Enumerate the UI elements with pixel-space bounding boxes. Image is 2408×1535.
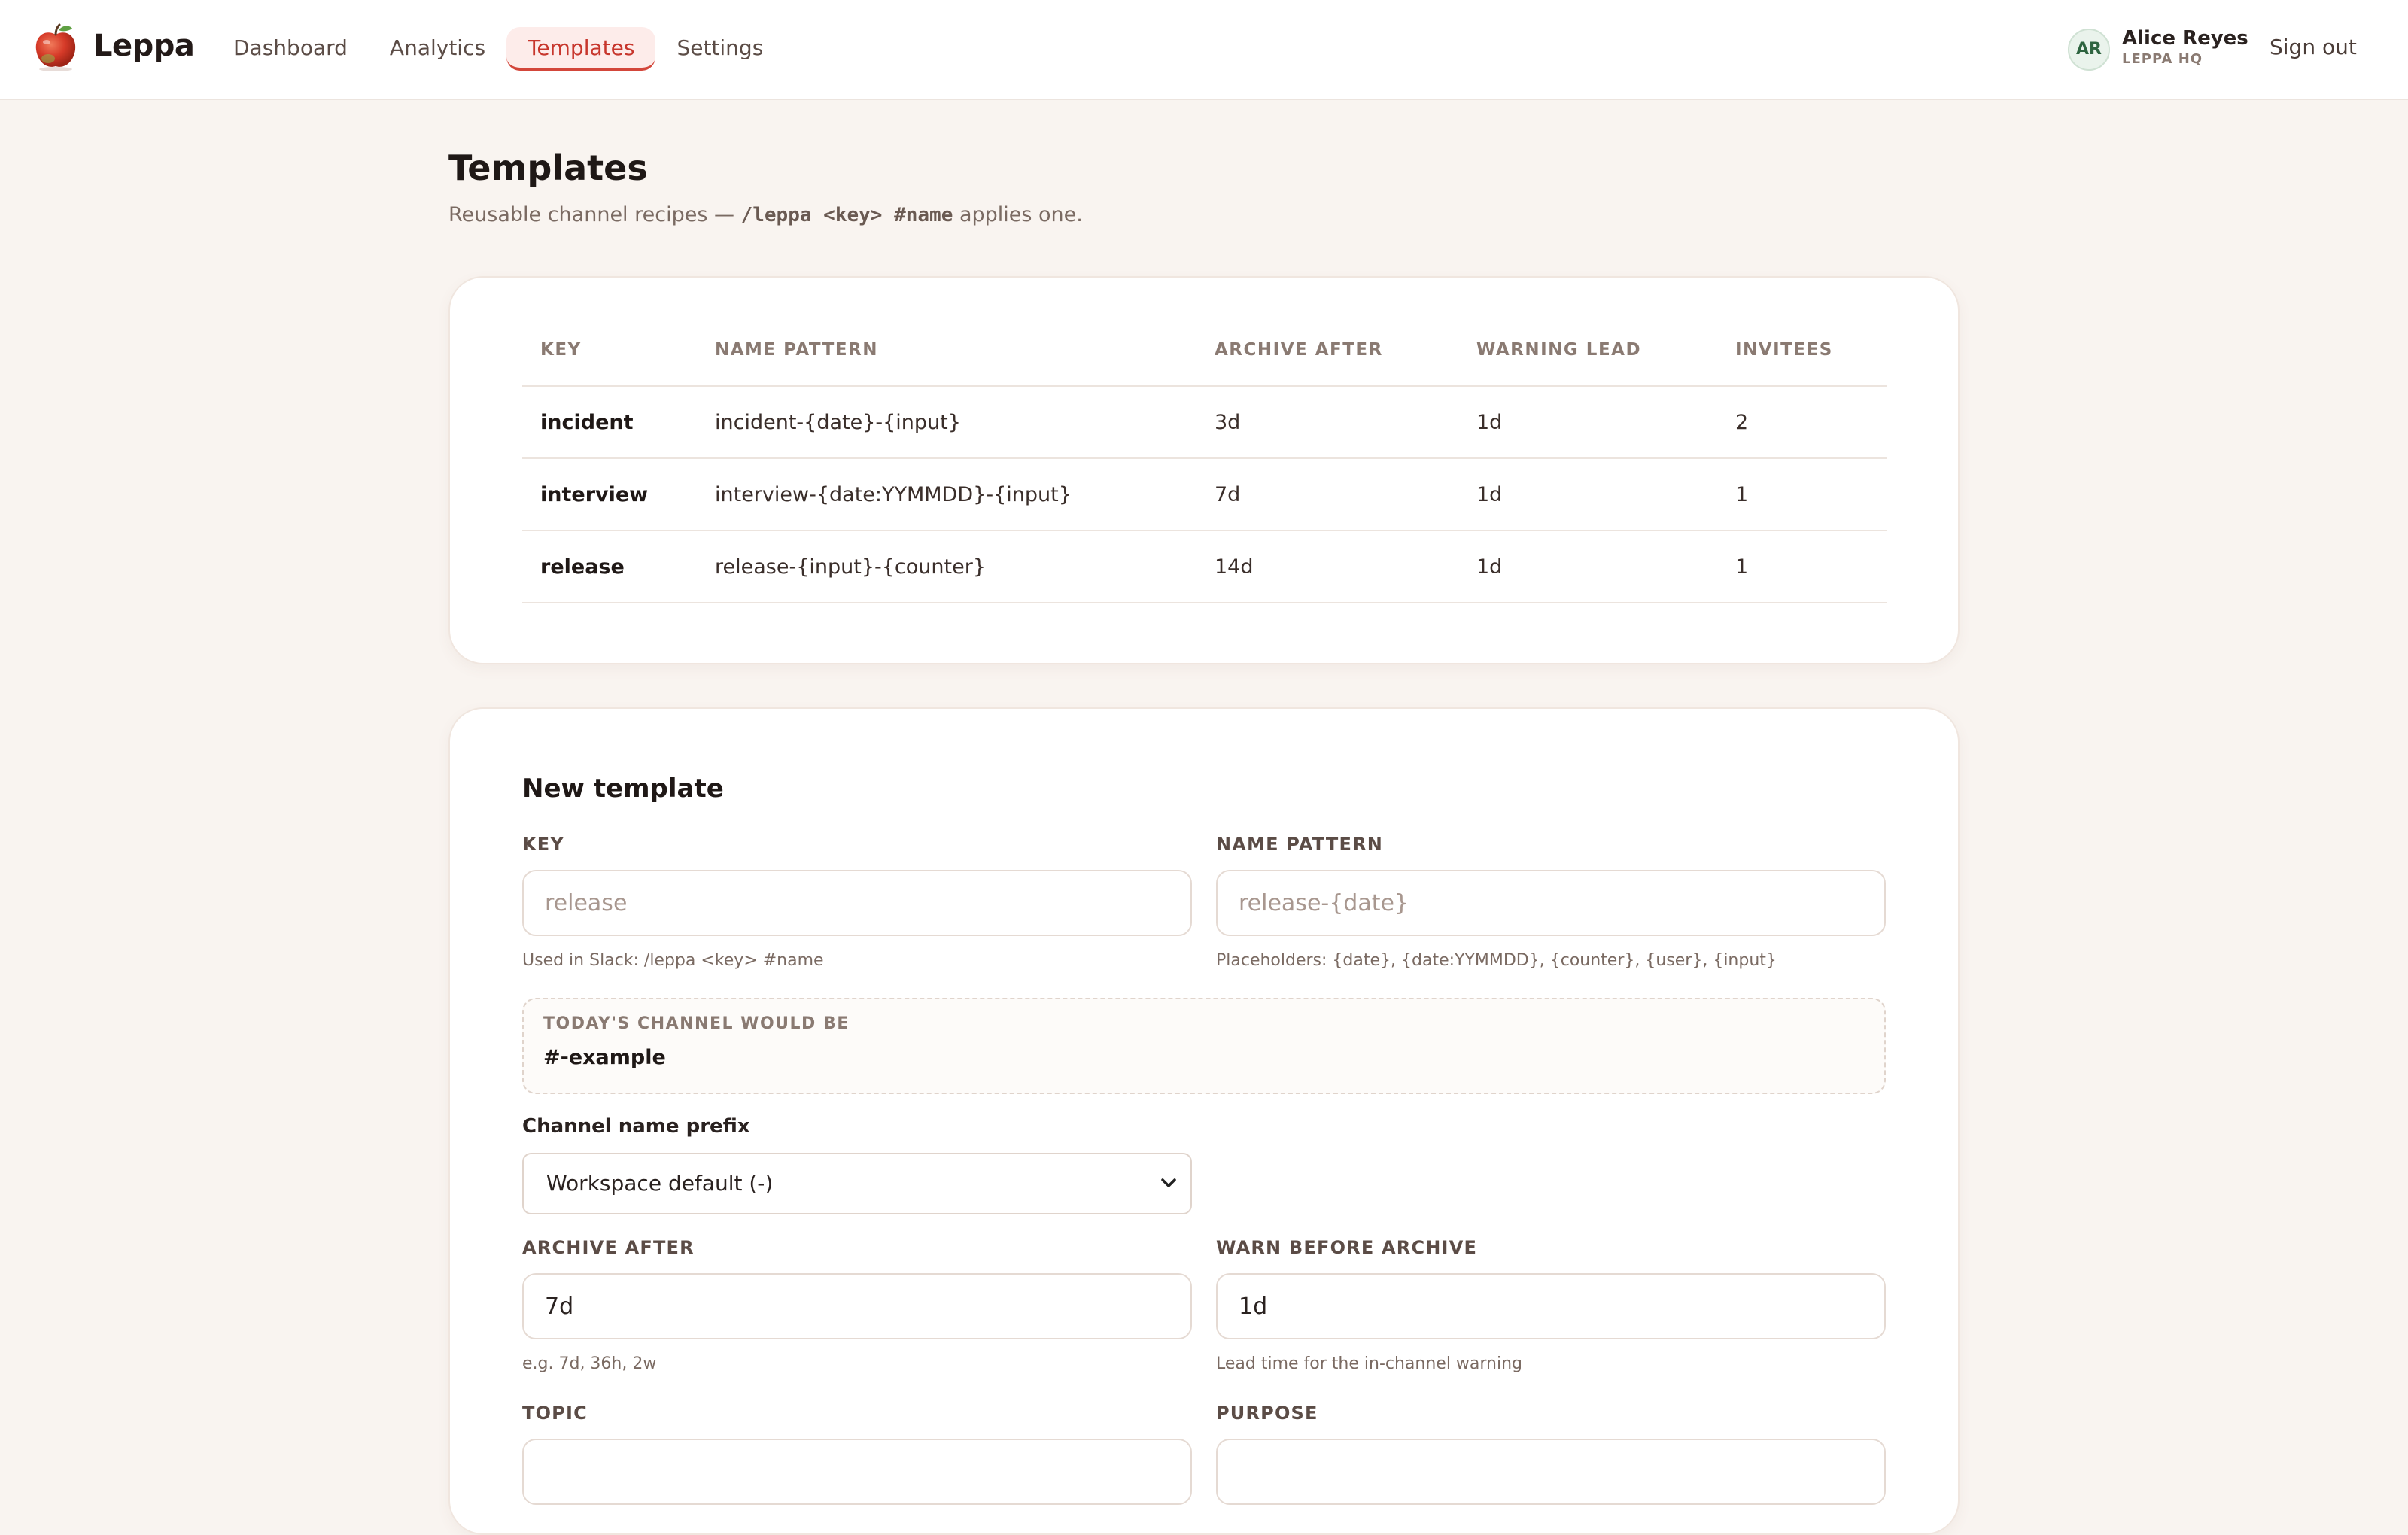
brand-name[interactable]: Leppa <box>93 29 195 63</box>
cell-name-pattern: interview-{date:YYMMDD}-{input} <box>697 458 1196 531</box>
subtitle-prefix: Reusable channel recipes — <box>448 203 741 226</box>
topic-label: TOPIC <box>522 1403 588 1424</box>
cell-invitees: 1 <box>1717 458 1887 531</box>
apple-logo-icon[interactable] <box>32 23 80 72</box>
templates-table-card: KEY NAME PATTERN ARCHIVE AFTER WARNING L… <box>448 276 1960 664</box>
purpose-label: PURPOSE <box>1216 1403 1318 1424</box>
subtitle-command: /leppa <key> #name <box>740 204 953 226</box>
archive-after-label: ARCHIVE AFTER <box>522 1237 695 1258</box>
column-header-invitees: INVITEES <box>1717 314 1887 387</box>
nav-templates[interactable]: Templates <box>506 27 656 71</box>
column-header-name-pattern: NAME PATTERN <box>697 314 1196 387</box>
page-title: Templates <box>448 147 648 188</box>
archive-after-hint: e.g. 7d, 36h, 2w <box>522 1354 657 1373</box>
table-row[interactable]: incident incident-{date}-{input} 3d 1d 2 <box>522 386 1887 459</box>
prefix-selected-value: Workspace default (-) <box>546 1171 774 1196</box>
cell-invitees: 2 <box>1717 386 1887 459</box>
prefix-label: Channel name prefix <box>522 1115 750 1138</box>
preview-channel-name: #-example <box>543 1046 666 1069</box>
warn-before-label: WARN BEFORE ARCHIVE <box>1216 1237 1478 1258</box>
cell-key: release <box>522 530 697 603</box>
warn-before-input[interactable] <box>1216 1273 1886 1339</box>
key-label: KEY <box>522 834 564 855</box>
cell-archive-after: 3d <box>1196 386 1458 459</box>
sign-out-link[interactable]: Sign out <box>2270 35 2357 59</box>
purpose-input[interactable] <box>1216 1439 1886 1505</box>
cell-invitees: 1 <box>1717 530 1887 603</box>
cell-key: incident <box>522 386 697 459</box>
preview-label: TODAY'S CHANNEL WOULD BE <box>543 1014 850 1033</box>
cell-name-pattern: incident-{date}-{input} <box>697 386 1196 459</box>
subtitle-suffix: applies one. <box>953 203 1083 226</box>
name-pattern-label: NAME PATTERN <box>1216 834 1384 855</box>
main-nav: Dashboard Analytics Templates Settings <box>212 27 784 71</box>
channel-preview: TODAY'S CHANNEL WOULD BE #-example <box>522 998 1886 1094</box>
cell-warning-lead: 1d <box>1458 530 1717 603</box>
chevron-down-icon <box>1160 1154 1177 1236</box>
column-header-warning-lead: WARNING LEAD <box>1458 314 1717 387</box>
user-org: LEPPA HQ <box>2122 51 2203 67</box>
cell-archive-after: 7d <box>1196 458 1458 531</box>
table-header-row: KEY NAME PATTERN ARCHIVE AFTER WARNING L… <box>522 314 1887 387</box>
name-pattern-hint: Placeholders: {date}, {date:YYMMDD}, {co… <box>1216 951 1777 970</box>
cell-archive-after: 14d <box>1196 530 1458 603</box>
avatar: AR <box>2068 29 2110 71</box>
warn-before-hint: Lead time for the in-channel warning <box>1216 1354 1523 1373</box>
templates-table: KEY NAME PATTERN ARCHIVE AFTER WARNING L… <box>522 314 1887 603</box>
archive-after-input[interactable] <box>522 1273 1192 1339</box>
table-row[interactable]: release release-{input}-{counter} 14d 1d… <box>522 530 1887 603</box>
cell-key: interview <box>522 458 697 531</box>
prefix-select[interactable]: Workspace default (-) <box>522 1153 1192 1214</box>
form-title: New template <box>522 774 724 804</box>
nav-settings[interactable]: Settings <box>655 27 784 71</box>
table-row[interactable]: interview interview-{date:YYMMDD}-{input… <box>522 458 1887 531</box>
key-hint: Used in Slack: /leppa <key> #name <box>522 951 824 970</box>
top-bar: Leppa Dashboard Analytics Templates Sett… <box>0 0 2408 100</box>
user-name: Alice Reyes <box>2122 27 2248 50</box>
column-header-archive-after: ARCHIVE AFTER <box>1196 314 1458 387</box>
topic-input[interactable] <box>522 1439 1192 1505</box>
column-header-key: KEY <box>522 314 697 387</box>
cell-name-pattern: release-{input}-{counter} <box>697 530 1196 603</box>
cell-warning-lead: 1d <box>1458 386 1717 459</box>
key-input[interactable] <box>522 870 1192 936</box>
nav-analytics[interactable]: Analytics <box>369 27 506 71</box>
page-subtitle: Reusable channel recipes — /leppa <key> … <box>448 203 1083 226</box>
new-template-card: New template KEY Used in Slack: /leppa <… <box>448 707 1960 1535</box>
name-pattern-input[interactable] <box>1216 870 1886 936</box>
nav-dashboard[interactable]: Dashboard <box>212 27 369 71</box>
cell-warning-lead: 1d <box>1458 458 1717 531</box>
